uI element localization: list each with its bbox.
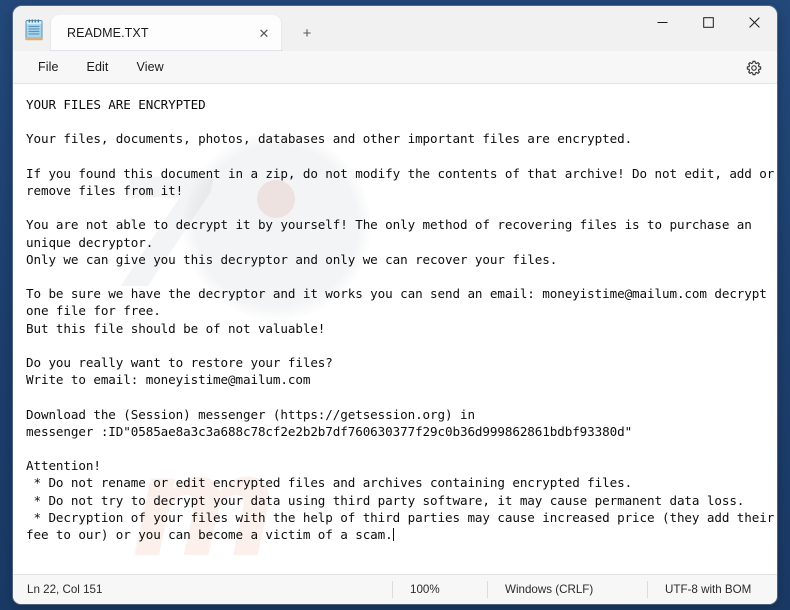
document-content: YOUR FILES ARE ENCRYPTED Your files, doc… <box>26 97 775 543</box>
document-text[interactable]: YOUR FILES ARE ENCRYPTED Your files, doc… <box>13 84 777 543</box>
window-controls <box>639 6 777 51</box>
tab-label: README.TXT <box>67 26 149 40</box>
encoding[interactable]: UTF-8 with BOM <box>647 581 777 598</box>
close-tab-icon[interactable]: ✕ <box>251 20 277 46</box>
text-editor[interactable]: 7 m YOUR FILES ARE ENCRYPTED Your files,… <box>13 84 777 574</box>
tab-strip: README.TXT ✕ + <box>50 6 639 51</box>
tab-readme[interactable]: README.TXT ✕ <box>50 15 282 51</box>
line-ending[interactable]: Windows (CRLF) <box>487 581 647 598</box>
notepad-window: README.TXT ✕ + File Edit View 7 m YOUR F… <box>13 6 777 604</box>
close-icon[interactable] <box>731 6 777 39</box>
new-tab-button[interactable]: + <box>292 18 322 48</box>
menu-bar: File Edit View <box>13 51 777 84</box>
zoom-level[interactable]: 100% <box>392 581 487 598</box>
text-caret <box>392 528 394 542</box>
menu-file[interactable]: File <box>26 56 71 78</box>
notepad-icon <box>24 19 44 41</box>
status-bar: Ln 22, Col 151 100% Windows (CRLF) UTF-8… <box>13 574 777 604</box>
gear-icon[interactable] <box>741 55 767 81</box>
cursor-position[interactable]: Ln 22, Col 151 <box>13 583 392 596</box>
menu-view[interactable]: View <box>125 56 176 78</box>
minimize-icon[interactable] <box>639 6 685 39</box>
menu-edit[interactable]: Edit <box>75 56 121 78</box>
title-bar[interactable]: README.TXT ✕ + <box>13 6 777 51</box>
maximize-icon[interactable] <box>685 6 731 39</box>
